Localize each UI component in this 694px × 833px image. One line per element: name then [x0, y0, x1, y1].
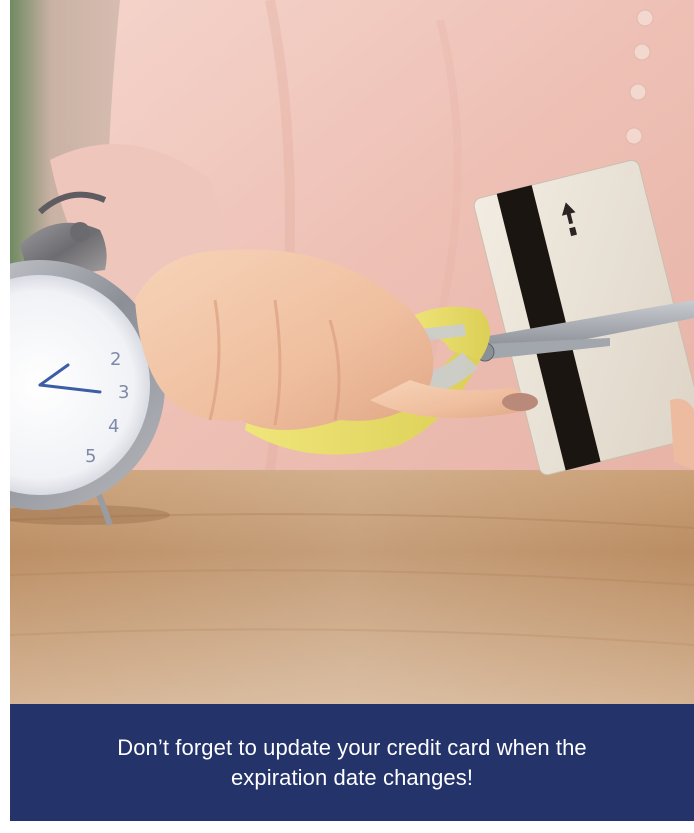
promo-graphic: 2 3 4 5 Don’t forget to update your cred… [0, 0, 694, 833]
svg-text:2: 2 [110, 349, 121, 370]
caption-banner: Don’t forget to update your credit card … [10, 704, 694, 821]
svg-text:3: 3 [118, 382, 129, 403]
caption-text: Don’t forget to update your credit card … [117, 734, 587, 790]
photo-cutting-credit-card: 2 3 4 5 [10, 0, 694, 704]
svg-text:5: 5 [85, 446, 96, 467]
svg-text:4: 4 [108, 416, 119, 437]
